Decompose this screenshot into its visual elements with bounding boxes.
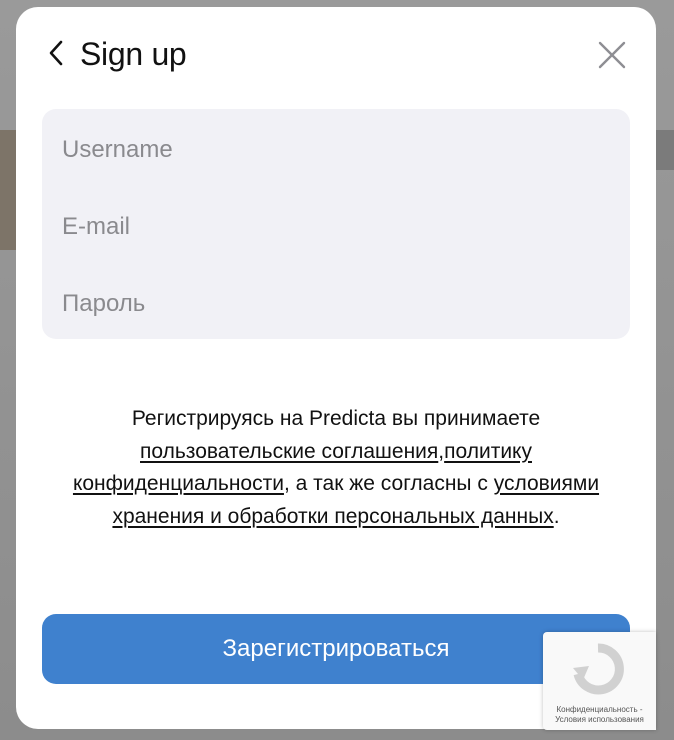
close-button[interactable] bbox=[596, 41, 628, 73]
recaptcha-badge[interactable]: Конфиденциальность - Условия использован… bbox=[543, 632, 656, 730]
register-button[interactable]: Зарегистрироваться bbox=[42, 614, 630, 684]
background-edge bbox=[656, 130, 674, 170]
recaptcha-privacy-link[interactable]: Конфиденциальность bbox=[556, 705, 637, 714]
close-icon bbox=[597, 40, 627, 75]
terms-text: Регистрируясь на Predicta вы принимаете … bbox=[56, 403, 616, 533]
username-input[interactable] bbox=[42, 115, 630, 185]
recaptcha-terms-link[interactable]: Условия использования bbox=[555, 715, 644, 724]
terms-intro: Регистрируясь на Predicta вы принимаете bbox=[131, 407, 541, 430]
recaptcha-separator: - bbox=[637, 705, 643, 714]
username-field-wrapper bbox=[42, 115, 630, 185]
user-agreements-link[interactable]: пользовательские соглашения bbox=[140, 440, 438, 463]
chevron-left-icon bbox=[46, 38, 66, 73]
password-input[interactable] bbox=[42, 269, 630, 339]
modal-title: Sign up bbox=[80, 36, 187, 72]
back-button[interactable] bbox=[40, 37, 72, 73]
terms-middle: , а так же согласны с bbox=[283, 472, 494, 495]
recaptcha-logo-icon bbox=[569, 640, 627, 698]
background-image-strip bbox=[0, 130, 16, 250]
email-input[interactable] bbox=[42, 192, 630, 262]
terms-end: . bbox=[553, 504, 560, 528]
email-field-wrapper bbox=[42, 192, 630, 262]
recaptcha-links: Конфиденциальность - Условия использован… bbox=[543, 705, 656, 725]
signup-modal: Sign up Регистрируясь на Predicta вы при… bbox=[16, 7, 656, 729]
password-field-wrapper bbox=[42, 269, 630, 339]
signup-form bbox=[42, 109, 630, 339]
modal-header: Sign up bbox=[16, 7, 656, 103]
